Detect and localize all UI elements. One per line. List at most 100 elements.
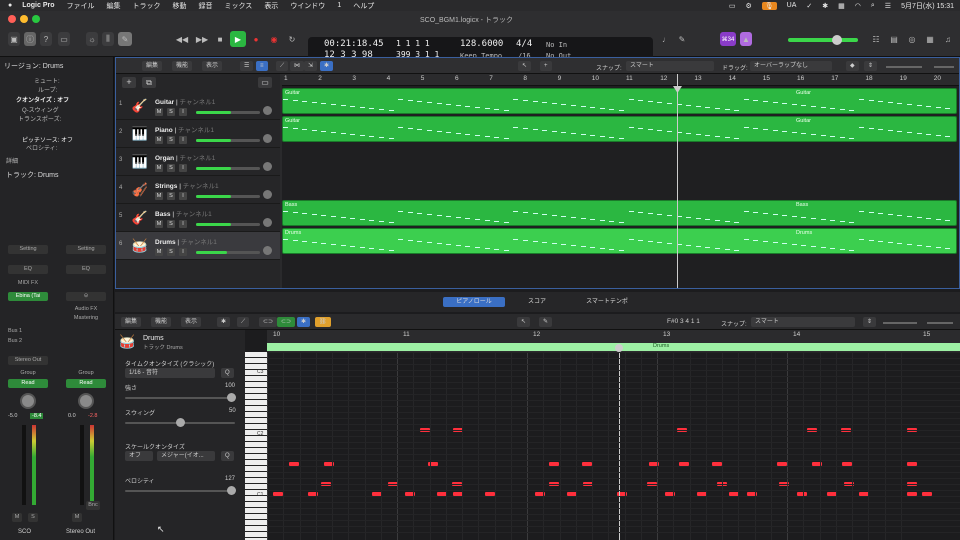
piano-roll-grid[interactable]	[267, 352, 960, 540]
menu-window[interactable]: ウインドウ	[290, 1, 325, 11]
master-volume-slider[interactable]	[788, 38, 858, 42]
mute-toggle[interactable]: M	[155, 108, 163, 116]
list-view-icon[interactable]: ☰	[240, 61, 254, 71]
solo-button[interactable]: ✎	[676, 32, 688, 46]
region-strip[interactable]: Drums	[267, 343, 960, 351]
flex-icon[interactable]: ⋈	[290, 61, 304, 71]
toolbar-button[interactable]: ▭	[58, 32, 70, 46]
mute-toggle[interactable]: M	[155, 136, 163, 144]
strength-slider[interactable]	[125, 397, 235, 399]
tuner-button[interactable]: ♩	[660, 32, 672, 46]
menu-file[interactable]: ファイル	[67, 1, 95, 11]
track-pan-knob[interactable]	[263, 134, 272, 143]
track-inspector-header[interactable]: トラック: Drums	[6, 170, 120, 180]
pr-vertical-zoom-icon[interactable]: ⇕	[863, 317, 877, 327]
region-inspector-header[interactable]: リージョン: Drums	[4, 61, 118, 71]
pr-snap-select[interactable]: スマート	[751, 317, 855, 327]
display-icon[interactable]: ▭	[729, 2, 736, 10]
output-slot[interactable]: Stereo Out	[8, 356, 48, 365]
track-name[interactable]: Organ | チャンネル1	[155, 152, 215, 162]
waveform-zoom-icon[interactable]: ◆	[846, 61, 859, 71]
menu-mix[interactable]: ミックス	[225, 1, 253, 11]
settings-icon[interactable]: ⚙	[745, 2, 751, 10]
pr-horizontal-zoom-slider[interactable]	[927, 322, 953, 324]
track-header[interactable]: 5 🎸 Bass | チャンネル1 M S I	[116, 204, 280, 232]
mastering-slot[interactable]: Mastering	[66, 314, 106, 323]
mute-toggle[interactable]: M	[155, 164, 163, 172]
send-bus-2[interactable]: Bus 2	[8, 337, 48, 346]
track-header[interactable]: 2 🎹 Piano | チャンネル1 M S I	[116, 120, 280, 148]
velocity-slider-knob[interactable]	[227, 486, 236, 495]
mute-button[interactable]: M	[12, 513, 22, 522]
check-icon[interactable]: ✓	[806, 2, 812, 10]
solo-toggle[interactable]: S	[167, 248, 175, 256]
notepad-button[interactable]: ▤	[888, 32, 900, 46]
bounce-button[interactable]: Bnc	[86, 501, 100, 510]
track-pan-knob[interactable]	[263, 246, 272, 255]
group-slot[interactable]: Group	[8, 369, 48, 378]
track-header[interactable]: 4 🎻 Strings | チャンネル1 M S I	[116, 176, 280, 204]
midi-region[interactable]: Bass Bass	[282, 200, 957, 226]
track-header[interactable]: 1 🎸 Guitar | チャンネル1 M S I	[116, 92, 280, 120]
time-quantize-q-button[interactable]: Q	[221, 368, 234, 378]
playhead[interactable]	[677, 74, 678, 288]
catch-icon-2[interactable]: ⊂⊃	[277, 317, 296, 327]
track-volume-slider[interactable]	[196, 195, 260, 198]
pr-function-menu[interactable]: 機能	[151, 317, 172, 327]
master-volume-knob[interactable]	[832, 35, 842, 45]
add-track-button[interactable]: +	[122, 77, 136, 88]
edit-menu[interactable]: 編集	[142, 61, 163, 71]
track-name[interactable]: Drums | チャンネル1	[155, 236, 217, 246]
snap-select[interactable]: スマート	[626, 61, 714, 71]
vertical-zoom-icon[interactable]: ⇕	[864, 61, 878, 71]
automation-icon-2[interactable]: ⟋	[237, 317, 250, 327]
automation-icon[interactable]: ⟋	[276, 61, 289, 71]
instrument-slot[interactable]: Ebina (Tai	[8, 292, 48, 301]
volume-fader[interactable]	[22, 425, 26, 505]
send-bus-1[interactable]: Bus 1	[8, 327, 48, 336]
function-menu[interactable]: 機能	[172, 61, 193, 71]
eq-button[interactable]: EQ	[8, 265, 48, 274]
solo-toggle[interactable]: S	[167, 192, 175, 200]
library-button[interactable]: ▣	[8, 32, 20, 46]
mic-icon[interactable]: 🎙	[761, 1, 777, 10]
close-window-button[interactable]	[8, 15, 16, 23]
piano-roll-ruler[interactable]: 10 11 12 13 14 15 Drums	[267, 330, 960, 352]
track-volume-slider[interactable]	[196, 167, 260, 170]
duplicate-track-button[interactable]: ⧉	[142, 77, 156, 88]
link-button[interactable]: ⊝	[66, 292, 106, 301]
automation-read[interactable]: Read	[8, 379, 48, 388]
swing-slider-knob[interactable]	[176, 418, 185, 427]
automation-read-2[interactable]: Read	[66, 379, 106, 388]
mute-toggle[interactable]: M	[155, 192, 163, 200]
strength-slider-knob[interactable]	[227, 393, 236, 402]
track-header[interactable]: 6 🥁 Drums | チャンネル1 M S I	[116, 232, 280, 260]
input-monitor-toggle[interactable]: I	[179, 248, 187, 256]
track-name[interactable]: Bass | チャンネル1	[155, 208, 212, 218]
menu-record[interactable]: 録音	[199, 1, 213, 11]
rewind-button[interactable]: ◀◀	[176, 32, 188, 46]
pr-pointer-tool[interactable]: ↖	[517, 317, 531, 327]
menu-app[interactable]: Logic Pro	[22, 2, 54, 9]
marquee-tool[interactable]: +	[540, 61, 552, 71]
view-menu[interactable]: 表示	[202, 61, 223, 71]
zoom-window-button[interactable]	[32, 15, 40, 23]
inspector-button[interactable]: ⓘ	[24, 32, 36, 46]
stop-button[interactable]: ■	[214, 32, 226, 46]
scale-quantize-select[interactable]: メジャー(イオ...	[157, 451, 215, 461]
track-name[interactable]: Guitar | チャンネル1	[155, 96, 215, 106]
track-volume-slider[interactable]	[196, 223, 260, 226]
control-center-icon[interactable]: ☰	[885, 2, 891, 10]
input-monitor-toggle[interactable]: I	[179, 136, 187, 144]
setting-button[interactable]: Setting	[8, 245, 48, 254]
editors-button[interactable]: ✎	[118, 32, 132, 46]
minimize-window-button[interactable]	[20, 15, 28, 23]
input-monitor-toggle[interactable]: I	[179, 164, 187, 172]
detail-disclosure[interactable]: 詳細	[6, 156, 120, 165]
tab-piano-roll[interactable]: ピアノロール	[443, 297, 505, 307]
solo-toggle[interactable]: S	[167, 108, 175, 116]
pr-view-menu[interactable]: 表示	[181, 317, 202, 327]
search-icon[interactable]: ⌕	[871, 2, 875, 10]
mute-toggle[interactable]: M	[155, 248, 163, 256]
midi-in-icon[interactable]: ✱	[217, 317, 231, 327]
